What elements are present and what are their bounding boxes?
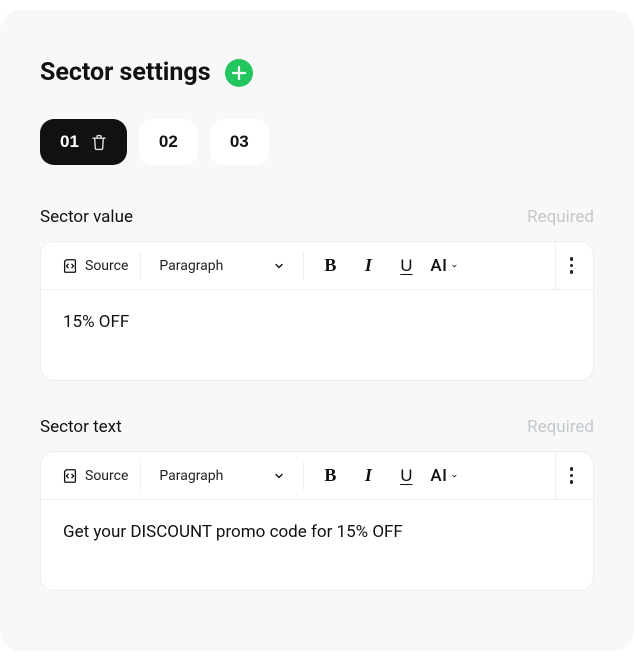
- paragraph-dropdown[interactable]: Paragraph: [153, 258, 291, 274]
- field-label: Sector value: [40, 207, 133, 227]
- editor-content[interactable]: 15% OFF: [41, 290, 593, 380]
- editor-toolbar: Source Paragraph B I U: [41, 242, 593, 290]
- bold-button[interactable]: B: [316, 462, 344, 490]
- chevron-down-icon: [451, 470, 458, 482]
- underline-button[interactable]: U: [392, 252, 420, 280]
- sector-tab-01[interactable]: 01: [40, 119, 127, 165]
- chevron-down-icon: [451, 260, 458, 272]
- ai-label: AI: [430, 256, 447, 276]
- paragraph-dropdown[interactable]: Paragraph: [153, 468, 291, 484]
- source-label: Source: [85, 258, 128, 274]
- trash-icon: [91, 134, 107, 151]
- tab-label: 02: [159, 132, 178, 152]
- tab-label: 03: [230, 132, 249, 152]
- sector-tab-02[interactable]: 02: [139, 119, 198, 165]
- sector-text-field: Sector text Required Source: [40, 417, 594, 591]
- field-header: Sector value Required: [40, 207, 594, 227]
- source-icon: [61, 257, 79, 275]
- required-indicator: Required: [527, 207, 594, 227]
- sector-settings-panel: Sector settings 01 02 03 Sector value Re…: [0, 10, 634, 651]
- italic-button[interactable]: I: [354, 252, 382, 280]
- italic-button[interactable]: I: [354, 462, 382, 490]
- source-icon: [61, 467, 79, 485]
- toolbar-divider: [140, 252, 141, 280]
- dropdown-label: Paragraph: [159, 258, 223, 274]
- tab-label: 01: [60, 132, 79, 152]
- ai-style-button[interactable]: AI: [430, 462, 458, 490]
- editor-toolbar: Source Paragraph B I U: [41, 452, 593, 500]
- ai-label: AI: [430, 466, 447, 486]
- sector-tabs: 01 02 03: [40, 119, 594, 165]
- underline-button[interactable]: U: [392, 462, 420, 490]
- source-button[interactable]: Source: [61, 257, 128, 275]
- ai-style-button[interactable]: AI: [430, 252, 458, 280]
- bold-button[interactable]: B: [316, 252, 344, 280]
- rich-text-editor: Source Paragraph B I U: [40, 241, 594, 381]
- required-indicator: Required: [527, 417, 594, 437]
- source-button[interactable]: Source: [61, 467, 128, 485]
- kebab-icon: [570, 467, 574, 484]
- toolbar-divider: [140, 462, 141, 490]
- field-label: Sector text: [40, 417, 122, 437]
- source-label: Source: [85, 468, 128, 484]
- header-row: Sector settings: [40, 58, 594, 87]
- rich-text-editor: Source Paragraph B I U: [40, 451, 594, 591]
- chevron-down-icon: [273, 470, 285, 482]
- toolbar-divider: [303, 462, 304, 490]
- more-options-button[interactable]: [555, 452, 587, 499]
- plus-icon: [232, 66, 246, 80]
- chevron-down-icon: [273, 260, 285, 272]
- dropdown-label: Paragraph: [159, 468, 223, 484]
- more-options-button[interactable]: [555, 242, 587, 289]
- kebab-icon: [570, 257, 574, 274]
- sector-tab-03[interactable]: 03: [210, 119, 269, 165]
- add-sector-button[interactable]: [225, 59, 253, 87]
- field-header: Sector text Required: [40, 417, 594, 437]
- page-title: Sector settings: [40, 58, 211, 87]
- toolbar-divider: [303, 252, 304, 280]
- editor-content[interactable]: Get your DISCOUNT promo code for 15% OFF: [41, 500, 593, 590]
- sector-value-field: Sector value Required Source: [40, 207, 594, 381]
